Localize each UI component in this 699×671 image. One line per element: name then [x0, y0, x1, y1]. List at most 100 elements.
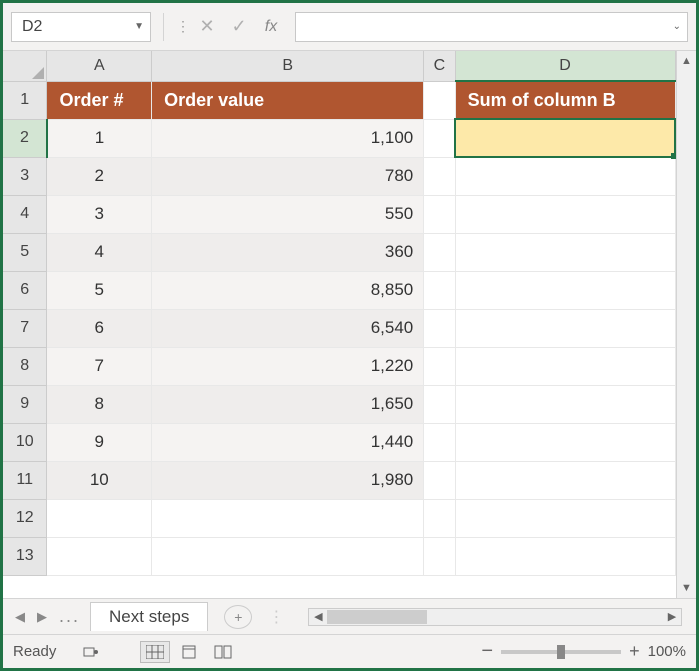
cell-d4[interactable] [455, 195, 675, 233]
cell-c10[interactable] [424, 423, 455, 461]
cell-b8[interactable]: 1,220 [152, 347, 424, 385]
cell-b10[interactable]: 1,440 [152, 423, 424, 461]
formula-input[interactable]: ⌄ [295, 12, 688, 42]
cell-d6[interactable] [455, 271, 675, 309]
cell-d12[interactable] [455, 499, 675, 537]
zoom-in-button[interactable]: + [629, 641, 640, 662]
cell-c7[interactable] [424, 309, 455, 347]
cell-c2[interactable] [424, 119, 455, 157]
cell-b6[interactable]: 8,850 [152, 271, 424, 309]
cell-c13[interactable] [424, 537, 455, 575]
cell-c4[interactable] [424, 195, 455, 233]
cell-d10[interactable] [455, 423, 675, 461]
cell-c8[interactable] [424, 347, 455, 385]
cell-a3[interactable]: 2 [47, 157, 152, 195]
cell-b3[interactable]: 780 [152, 157, 424, 195]
cell-b9[interactable]: 1,650 [152, 385, 424, 423]
cell-d13[interactable] [455, 537, 675, 575]
row-header-11[interactable]: 11 [3, 461, 47, 499]
cell-c5[interactable] [424, 233, 455, 271]
cell-d3[interactable] [455, 157, 675, 195]
row-header-4[interactable]: 4 [3, 195, 47, 233]
cell-a8[interactable]: 7 [47, 347, 152, 385]
page-layout-view-icon[interactable] [174, 641, 204, 663]
zoom-level[interactable]: 100% [648, 643, 686, 660]
cell-c11[interactable] [424, 461, 455, 499]
spreadsheet-grid[interactable]: A B C D 1 Order # Order value Sum of col… [3, 51, 676, 598]
horizontal-scrollbar[interactable]: ◀ ▶ [308, 608, 682, 626]
cell-d2-selected[interactable] [455, 119, 675, 157]
zoom-out-button[interactable]: − [481, 640, 493, 663]
cell-c1[interactable] [424, 81, 455, 119]
row-header-10[interactable]: 10 [3, 423, 47, 461]
row-header-7[interactable]: 7 [3, 309, 47, 347]
normal-view-icon[interactable] [140, 641, 170, 663]
cell-a4[interactable]: 3 [47, 195, 152, 233]
drag-handle-icon[interactable]: ⋮ [176, 18, 191, 35]
cell-a9[interactable]: 8 [47, 385, 152, 423]
tab-next-icon[interactable]: ▶ [31, 609, 53, 625]
col-header-c[interactable]: C [424, 51, 455, 81]
grid-area: A B C D 1 Order # Order value Sum of col… [3, 51, 696, 598]
cell-d11[interactable] [455, 461, 675, 499]
tab-more-icon[interactable]: ... [53, 606, 86, 627]
macro-record-icon[interactable] [76, 641, 106, 663]
cell-d9[interactable] [455, 385, 675, 423]
separator [163, 13, 164, 41]
cell-c3[interactable] [424, 157, 455, 195]
cell-a6[interactable]: 5 [47, 271, 152, 309]
scroll-track[interactable] [677, 71, 696, 578]
cell-d7[interactable] [455, 309, 675, 347]
row-header-1[interactable]: 1 [3, 81, 47, 119]
col-header-d[interactable]: D [455, 51, 675, 81]
cell-c6[interactable] [424, 271, 455, 309]
vertical-scrollbar[interactable]: ▲ ▼ [676, 51, 696, 598]
scroll-thumb[interactable] [327, 610, 427, 624]
select-all-corner[interactable] [3, 51, 47, 81]
cell-a13[interactable] [47, 537, 152, 575]
page-break-view-icon[interactable] [208, 641, 238, 663]
cell-a1[interactable]: Order # [47, 81, 152, 119]
cell-a5[interactable]: 4 [47, 233, 152, 271]
cell-c12[interactable] [424, 499, 455, 537]
col-header-b[interactable]: B [152, 51, 424, 81]
col-header-a[interactable]: A [47, 51, 152, 81]
cell-a2[interactable]: 1 [47, 119, 152, 157]
row-header-12[interactable]: 12 [3, 499, 47, 537]
cell-d1[interactable]: Sum of column B [455, 81, 675, 119]
sheet-tab[interactable]: Next steps [90, 602, 208, 631]
cell-d8[interactable] [455, 347, 675, 385]
row-header-8[interactable]: 8 [3, 347, 47, 385]
cell-b4[interactable]: 550 [152, 195, 424, 233]
expand-icon[interactable]: ⌄ [673, 21, 681, 32]
scroll-left-icon[interactable]: ◀ [309, 610, 327, 623]
row-header-2[interactable]: 2 [3, 119, 47, 157]
cell-c9[interactable] [424, 385, 455, 423]
fx-icon[interactable]: fx [255, 18, 287, 36]
row-header-6[interactable]: 6 [3, 271, 47, 309]
cell-b11[interactable]: 1,980 [152, 461, 424, 499]
name-box[interactable]: D2 ▼ [11, 12, 151, 42]
cell-d5[interactable] [455, 233, 675, 271]
row-header-9[interactable]: 9 [3, 385, 47, 423]
cell-b5[interactable]: 360 [152, 233, 424, 271]
cell-b7[interactable]: 6,540 [152, 309, 424, 347]
zoom-slider[interactable] [501, 650, 621, 654]
tab-prev-icon[interactable]: ◀ [9, 609, 31, 625]
cell-b12[interactable] [152, 499, 424, 537]
scroll-right-icon[interactable]: ▶ [663, 610, 681, 623]
cell-a11[interactable]: 10 [47, 461, 152, 499]
cell-a12[interactable] [47, 499, 152, 537]
cell-a10[interactable]: 9 [47, 423, 152, 461]
cell-a7[interactable]: 6 [47, 309, 152, 347]
row-header-13[interactable]: 13 [3, 537, 47, 575]
cell-b1[interactable]: Order value [152, 81, 424, 119]
cell-b13[interactable] [152, 537, 424, 575]
add-sheet-button[interactable]: + [224, 605, 252, 629]
cell-b2[interactable]: 1,100 [152, 119, 424, 157]
scroll-down-icon[interactable]: ▼ [677, 578, 696, 598]
chevron-down-icon[interactable]: ▼ [134, 21, 144, 32]
row-header-3[interactable]: 3 [3, 157, 47, 195]
scroll-up-icon[interactable]: ▲ [677, 51, 696, 71]
row-header-5[interactable]: 5 [3, 233, 47, 271]
